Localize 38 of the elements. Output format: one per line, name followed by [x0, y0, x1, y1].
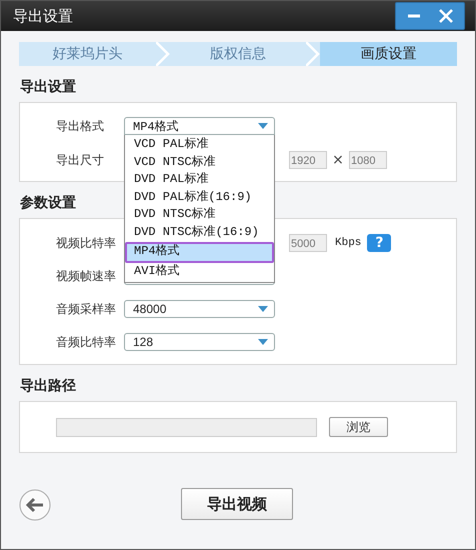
field-label: 导出格式 — [56, 118, 105, 134]
width-field[interactable]: 1920 — [289, 151, 327, 169]
dropdown-option[interactable]: DVD PAL标准 — [125, 171, 274, 189]
section-heading: 参数设置 — [20, 194, 76, 212]
dropdown-option[interactable]: DVD NTSC标准(16:9) — [125, 224, 274, 242]
field-label: 音频采样率 — [56, 300, 117, 318]
close-icon[interactable] — [438, 8, 454, 24]
section-heading: 导出设置 — [20, 78, 76, 96]
bitrate-field[interactable]: 5000 — [289, 234, 327, 252]
dropdown-option[interactable]: DVD NTSC标准 — [125, 206, 274, 224]
window-title: 导出设置 — [13, 6, 73, 26]
chevron-icon — [156, 42, 170, 66]
path-field[interactable] — [56, 418, 317, 436]
dropdown-option[interactable]: MP4格式 — [125, 242, 274, 263]
field-label: 视频比特率 — [56, 234, 117, 252]
chevron-icon — [306, 42, 320, 66]
caret-icon — [258, 339, 268, 345]
dropdown-option[interactable]: AVI格式 — [125, 262, 274, 280]
times-sign: × — [331, 152, 345, 168]
field-label: 音频比特率 — [56, 334, 117, 350]
dropdown-option[interactable]: VCD PAL标准 — [125, 136, 274, 154]
back-icon[interactable] — [19, 489, 51, 521]
format-dropdown[interactable]: MP4格式 — [124, 117, 275, 135]
dropdown[interactable]: 128 — [124, 333, 275, 351]
browse-button[interactable]: 浏览 — [329, 417, 388, 437]
unit-label: Kbps — [335, 237, 362, 249]
field-label: 视频帧速率 — [56, 268, 117, 284]
dropdown-option[interactable]: VCD NTSC标准 — [125, 154, 274, 172]
height-field[interactable]: 1080 — [349, 151, 387, 169]
help-button[interactable]: ? — [367, 234, 392, 252]
section-heading: 导出路径 — [20, 377, 76, 395]
caret-icon — [258, 123, 268, 129]
export-video-button[interactable]: 导出视频 — [181, 488, 293, 520]
field-label: 导出尺寸 — [56, 152, 105, 168]
dropdown[interactable]: 48000 — [124, 300, 275, 318]
caret-icon — [258, 306, 268, 312]
dropdown-option[interactable]: DVD PAL标准(16:9) — [125, 188, 274, 206]
step-tab[interactable]: 画质设置 — [320, 42, 458, 66]
